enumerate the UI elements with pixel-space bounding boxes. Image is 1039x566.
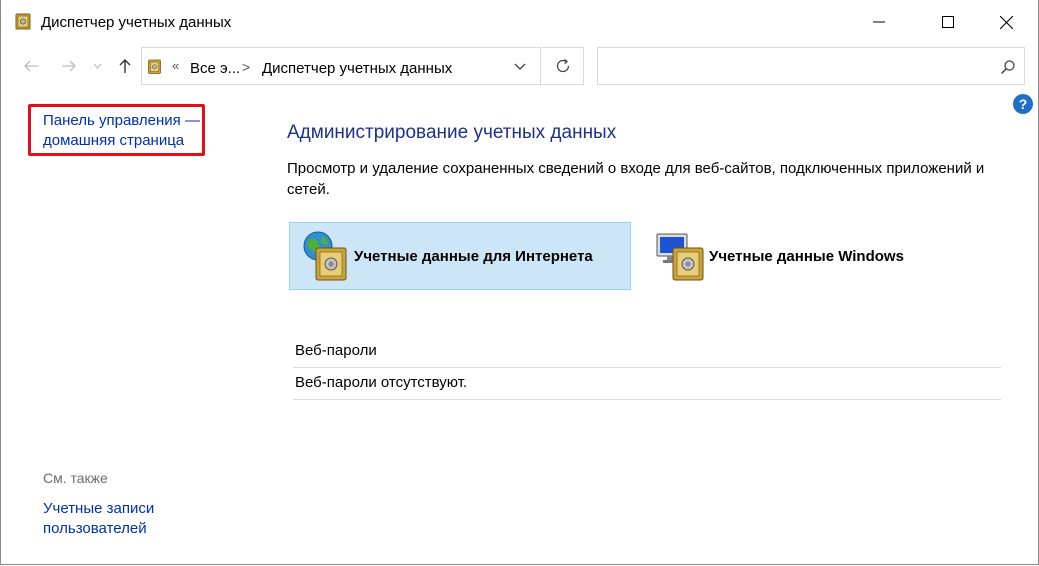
- breadcrumb-overflow-icon[interactable]: «: [172, 58, 179, 73]
- search-input[interactable]: [597, 47, 1025, 85]
- monitor-vault-icon: [656, 233, 704, 281]
- credential-manager-location-icon: [148, 59, 161, 74]
- credential-manager-window: Диспетчер учетных данных « Все э... > Ди…: [0, 0, 1039, 565]
- page-description: Просмотр и удаление сохраненных сведений…: [287, 158, 1007, 200]
- maximize-button[interactable]: [925, 0, 971, 44]
- description-line1: Просмотр и удаление сохраненных сведений…: [287, 160, 985, 177]
- user-accounts-link[interactable]: Учетные записи пользователей: [43, 499, 154, 539]
- close-button[interactable]: [983, 0, 1029, 44]
- address-bar[interactable]: « Все э... > Диспетчер учетных данных: [141, 47, 541, 85]
- credential-manager-app-icon: [15, 13, 31, 30]
- breadcrumb-separator[interactable]: >: [242, 59, 250, 75]
- navigation-bar: « Все э... > Диспетчер учетных данных: [1, 44, 1038, 88]
- highlight-annotation: [28, 104, 205, 156]
- arrow-left-icon: [24, 60, 38, 72]
- arrow-up-icon: [119, 59, 131, 73]
- breadcrumb-all-items[interactable]: Все э...: [190, 60, 240, 77]
- divider: [293, 367, 1001, 368]
- arrow-right-icon: [62, 60, 76, 72]
- globe-vault-icon: [303, 231, 347, 281]
- forward-button[interactable]: [57, 54, 81, 78]
- see-also-label: См. также: [43, 470, 108, 486]
- minimize-icon: [873, 21, 885, 23]
- page-title: Администрирование учетных данных: [287, 122, 617, 143]
- close-icon: [999, 15, 1013, 29]
- web-passwords-empty-message: Веб-пароли отсутствуют.: [295, 374, 468, 391]
- windows-credentials-label: Учетные данные Windows: [709, 247, 904, 265]
- help-icon[interactable]: ?: [1013, 94, 1033, 114]
- refresh-icon: [556, 59, 569, 73]
- search-icon[interactable]: [1000, 59, 1016, 75]
- web-credentials-label: Учетные данные для Интернета: [354, 247, 593, 265]
- recent-locations-button[interactable]: [89, 54, 105, 78]
- maximize-icon: [942, 16, 954, 28]
- breadcrumb-credential-manager[interactable]: Диспетчер учетных данных: [262, 60, 452, 77]
- web-passwords-header: Веб-пароли: [295, 342, 377, 359]
- divider: [293, 399, 1001, 400]
- title-bar: Диспетчер учетных данных: [1, 0, 1038, 44]
- address-dropdown-icon[interactable]: [512, 60, 528, 74]
- refresh-button[interactable]: [542, 47, 584, 85]
- minimize-button[interactable]: [856, 0, 902, 44]
- windows-credentials-tile[interactable]: Учетные данные Windows: [645, 222, 945, 290]
- accounts-link-line1: Учетные записи: [43, 500, 155, 517]
- back-button[interactable]: [19, 54, 43, 78]
- accounts-link-line2: пользователей: [43, 520, 147, 537]
- window-title: Диспетчер учетных данных: [41, 14, 232, 31]
- web-credentials-tile[interactable]: Учетные данные для Интернета: [289, 222, 631, 290]
- description-line2: сетей.: [287, 181, 330, 198]
- chevron-down-icon: [93, 63, 101, 69]
- up-button[interactable]: [113, 54, 137, 78]
